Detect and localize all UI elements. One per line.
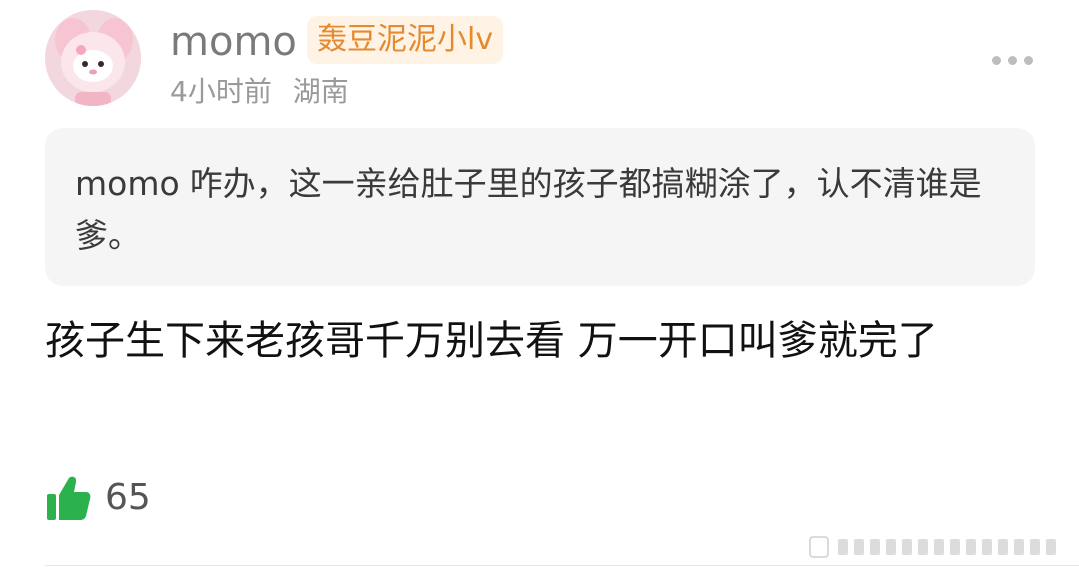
more-dot-icon [991, 55, 1001, 65]
like-button[interactable]: 65 [45, 470, 151, 526]
quoted-comment[interactable]: momo 咋办，这一亲给肚子里的孩子都搞糊涂了，认不清谁是爹。 [45, 128, 1035, 286]
username[interactable]: momo [170, 14, 297, 70]
like-count: 65 [105, 477, 151, 518]
bottom-divider [45, 565, 1079, 566]
more-options-button[interactable] [984, 44, 1040, 76]
more-dot-icon [1007, 55, 1017, 65]
comment-location: 湖南 [292, 75, 349, 108]
quoted-username[interactable]: momo [75, 164, 180, 203]
watermark-icon [809, 536, 1056, 558]
comment-meta: 4小时前 湖南 [170, 72, 349, 112]
quoted-text: 咋办，这一亲给肚子里的孩子都搞糊涂了，认不清谁是爹。 [75, 164, 982, 255]
thumbs-up-icon [47, 476, 91, 520]
user-badge[interactable]: 轰豆泥泥小lv [307, 16, 504, 64]
comment-time: 4小时前 [170, 75, 272, 108]
avatar[interactable] [45, 10, 141, 106]
avatar-image [45, 10, 141, 106]
more-dot-icon [1023, 55, 1033, 65]
comment-text: 孩子生下来老孩哥千万别去看 万一开口叫爹就完了 [45, 318, 938, 364]
